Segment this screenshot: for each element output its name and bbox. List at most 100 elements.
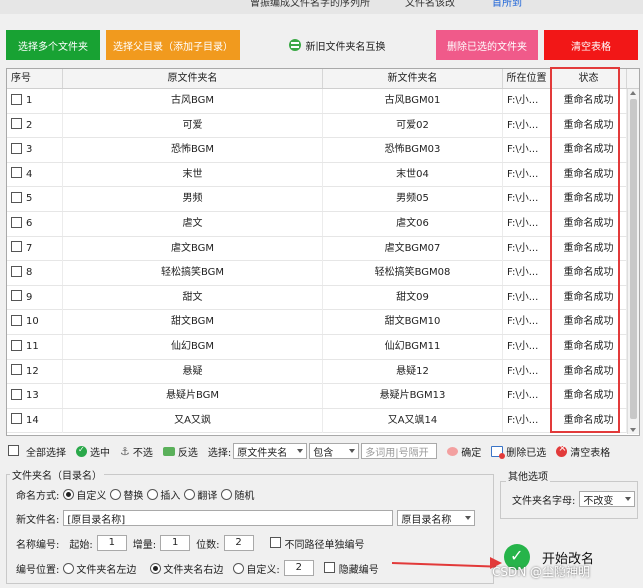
old-name-cell: 甜文BGM — [63, 310, 323, 335]
scroll-thumb[interactable] — [630, 99, 637, 419]
select-button[interactable]: 选中 — [76, 444, 110, 459]
other-options-title: 其他选项 — [506, 468, 550, 483]
keyword-input[interactable]: 多词用|号隔开 — [361, 443, 438, 459]
row-checkbox[interactable] — [11, 290, 22, 302]
table-row[interactable]: 9 甜文 甜文09 F:\小... 重命名成功 — [7, 285, 627, 311]
new-name-cell: 男频05 — [323, 187, 503, 212]
old-name-cell: 悬疑 — [63, 359, 323, 384]
table-row[interactable]: 6 虐文 虐文06 F:\小... 重命名成功 — [7, 212, 627, 237]
choose-label-wrap: 选择: — [208, 444, 231, 459]
window-tab-2[interactable]: 文件名该改 — [405, 0, 455, 9]
mode-radio-replace[interactable] — [110, 489, 122, 500]
position-radio-right[interactable] — [150, 562, 162, 574]
match-select[interactable]: 包含 — [309, 443, 360, 459]
table-row[interactable]: 11 仙幻BGM 仙幻BGM11 F:\小... 重命名成功 — [7, 335, 627, 360]
delete-selected-folders-button[interactable]: 删除已选的文件夹 — [436, 30, 538, 60]
number-position-row: 编号位置: 文件夹名左边 文件夹名右边 自定义: 2 隐藏编号 — [16, 560, 379, 576]
location-cell: F:\小... — [503, 261, 551, 286]
hide-number-checkbox[interactable] — [323, 561, 335, 573]
header-location[interactable]: 所在位置 — [503, 69, 551, 88]
mode-radio-custom[interactable] — [63, 489, 75, 500]
mode-radio-translate[interactable] — [184, 489, 196, 500]
row-number-cell: 7 — [7, 236, 63, 261]
row-checkbox[interactable] — [11, 118, 22, 130]
selection-action-bar: 全部选择 选中 ⚓不选 反选 选择: 原文件夹名 包含 多词用|号隔开 确定 删… — [8, 442, 610, 460]
checkbox[interactable] — [8, 444, 19, 456]
row-checkbox[interactable] — [11, 265, 22, 277]
table-row[interactable]: 3 恐怖BGM 恐怖BGM03 F:\小... 重命名成功 — [7, 138, 627, 163]
new-name-cell: 甜文09 — [323, 285, 503, 310]
field-select[interactable]: 原文件夹名 — [233, 443, 308, 459]
row-checkbox[interactable] — [11, 191, 22, 203]
select-all-checkbox[interactable]: 全部选择 — [8, 444, 66, 459]
mode-translate-label: 翻译 — [197, 491, 218, 502]
position-custom-label: 自定义: — [246, 564, 280, 576]
table-row[interactable]: 8 轻松搞笑BGM 轻松搞笑BGM08 F:\小... 重命名成功 — [7, 261, 627, 286]
vertical-scrollbar[interactable] — [627, 89, 639, 434]
row-checkbox[interactable] — [11, 241, 22, 253]
location-cell: F:\小... — [503, 187, 551, 212]
anchor-icon: ⚓ — [120, 444, 130, 458]
old-name-cell: 男频 — [63, 187, 323, 212]
increment-input[interactable]: 1 — [160, 535, 191, 551]
status-cell: 重命名成功 — [551, 113, 627, 138]
row-checkbox[interactable] — [11, 314, 22, 326]
old-name-cell: 可爱 — [63, 113, 323, 138]
position-radio-left[interactable] — [63, 562, 75, 574]
table-row[interactable]: 12 悬疑 悬疑12 F:\小... 重命名成功 — [7, 359, 627, 385]
confirm-button[interactable]: 确定 — [447, 444, 481, 459]
table-row[interactable]: 7 虐文BGM 虐文BGM07 F:\小... 重命名成功 — [7, 236, 627, 262]
select-multiple-folders-button[interactable]: 选择多个文件夹 — [6, 30, 100, 60]
table-row[interactable]: 2 可爱 可爱02 F:\小... 重命名成功 — [7, 113, 627, 139]
table-row[interactable]: 14 又A又飒 又A又飒14 F:\小... 重命名成功 — [7, 408, 627, 434]
row-checkbox[interactable] — [11, 413, 22, 425]
scroll-up-icon[interactable] — [630, 91, 636, 95]
mode-radio-insert[interactable] — [147, 489, 159, 500]
row-number-cell: 5 — [7, 187, 63, 212]
clear-table-action[interactable]: 清空表格 — [556, 443, 610, 459]
row-checkbox[interactable] — [11, 216, 22, 228]
row-checkbox[interactable] — [11, 388, 22, 400]
new-name-cell: 仙幻BGM11 — [323, 335, 503, 359]
mode-custom-label: 自定义 — [76, 491, 107, 502]
header-old-name[interactable]: 原文件夹名 — [63, 69, 323, 88]
row-checkbox[interactable] — [11, 167, 22, 179]
table-row[interactable]: 1 古风BGM 古风BGM01 F:\小... 重命名成功 — [7, 89, 627, 114]
position-label: 编号位置: — [16, 564, 60, 576]
invert-selection-button[interactable]: 反选 — [162, 444, 198, 459]
watermark: CSDN @尘隐神明 — [492, 565, 591, 579]
letter-case-select[interactable]: 不改变 — [579, 491, 636, 507]
row-number: 5 — [26, 193, 33, 205]
digits-input[interactable]: 2 — [223, 535, 254, 551]
table-row[interactable]: 5 男频 男频05 F:\小... 重命名成功 — [7, 187, 627, 212]
header-new-name[interactable]: 新文件夹名 — [323, 69, 503, 88]
window-tab-1[interactable]: 曾振编成文件名字的序列所 — [250, 0, 370, 9]
old-name-cell: 仙幻BGM — [63, 335, 323, 359]
window-tab-3[interactable]: 首所到 — [492, 0, 522, 9]
delete-selected-button[interactable]: 删除已选 — [491, 444, 546, 459]
table-row[interactable]: 13 悬疑片BGM 悬疑片BGM13 F:\小... 重命名成功 — [7, 384, 627, 409]
clear-table-button[interactable]: 清空表格 — [544, 30, 638, 60]
header-no[interactable]: 序号 — [7, 69, 63, 88]
new-name-input[interactable]: [原目录名称] — [63, 510, 394, 526]
table-row[interactable]: 4 末世 末世04 F:\小... 重命名成功 — [7, 162, 627, 188]
position-radio-custom[interactable] — [233, 562, 245, 574]
scroll-down-icon[interactable] — [630, 428, 636, 432]
row-checkbox[interactable] — [11, 142, 22, 154]
row-checkbox[interactable] — [11, 364, 22, 376]
row-checkbox[interactable] — [11, 93, 22, 105]
select-parent-directory-button[interactable]: 选择父目录（添加子目录） — [106, 30, 240, 60]
table-row[interactable]: 10 甜文BGM 甜文BGM10 F:\小... 重命名成功 — [7, 310, 627, 335]
start-input[interactable]: 1 — [96, 535, 127, 551]
old-name-cell: 轻松搞笑BGM — [63, 261, 323, 286]
row-checkbox[interactable] — [11, 339, 22, 351]
name-source-select[interactable]: 原目录名称 — [397, 510, 476, 526]
header-status[interactable]: 状态 — [551, 69, 627, 88]
per-path-checkbox[interactable] — [269, 536, 281, 548]
mode-radio-random[interactable] — [221, 489, 233, 500]
deselect-button[interactable]: ⚓ 不选 — [120, 444, 153, 459]
row-number-cell: 6 — [7, 212, 63, 236]
row-number: 8 — [26, 267, 33, 279]
custom-position-input[interactable]: 2 — [283, 560, 314, 576]
swap-names-button[interactable]: 新旧文件夹名互换 — [282, 30, 392, 60]
